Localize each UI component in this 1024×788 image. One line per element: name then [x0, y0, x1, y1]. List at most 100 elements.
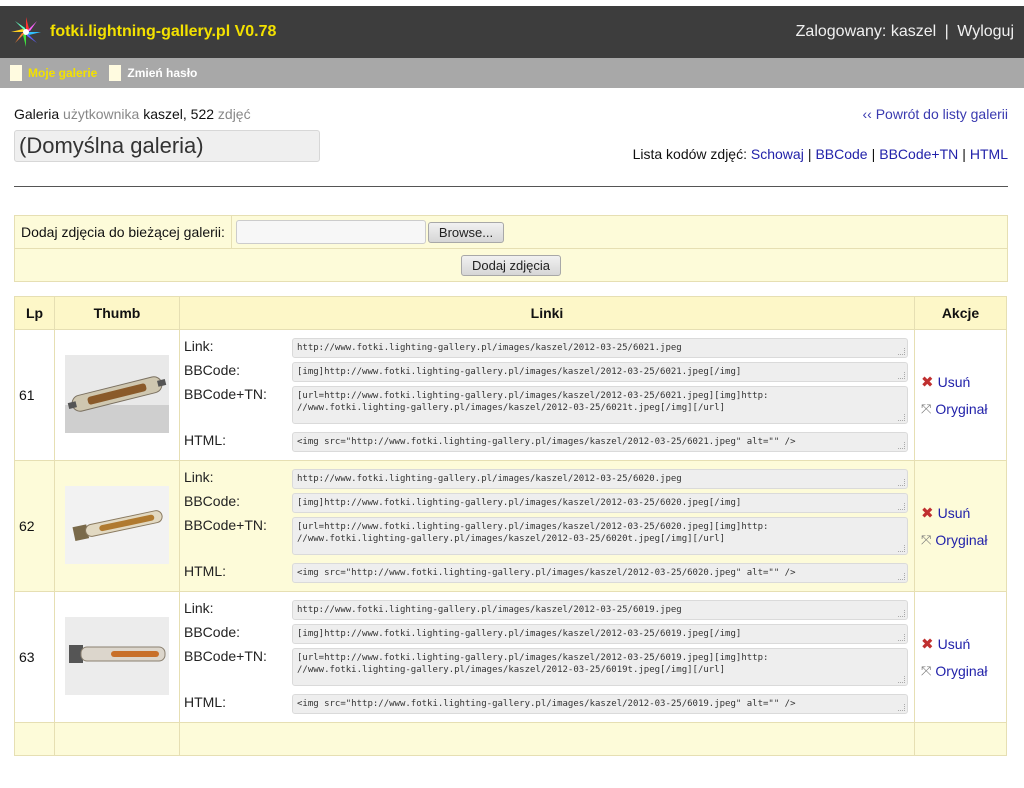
link-label: Link:: [184, 338, 214, 354]
html-label: HTML:: [184, 563, 226, 579]
bbcode-code-box[interactable]: [img]http://www.fotki.lighting-gallery.p…: [292, 493, 908, 513]
nav-item-my-galleries[interactable]: Moje galerie: [10, 65, 97, 81]
bbcode-tn-code-box[interactable]: [url=http://www.fotki.lighting-gallery.p…: [292, 648, 908, 686]
table-row: [14, 722, 1007, 756]
column-header-lp: Lp: [14, 296, 55, 330]
gallery-owner: kaszel: [143, 106, 183, 122]
original-action[interactable]: ⤧ Oryginał: [921, 532, 1005, 548]
separator: |: [944, 23, 949, 40]
username: kaszel: [890, 23, 937, 40]
row-number: 62: [14, 460, 55, 592]
original-action[interactable]: ⤧ Oryginał: [921, 401, 1005, 417]
delete-link[interactable]: Usuń: [938, 505, 971, 521]
nav-label: Zmień hasło: [127, 66, 198, 80]
link-code-box[interactable]: http://www.fotki.lighting-gallery.pl/ima…: [292, 469, 908, 489]
row-number: 61: [14, 329, 55, 461]
bbcode-code-box[interactable]: [img]http://www.fotki.lighting-gallery.p…: [292, 362, 908, 382]
row-number: 63: [14, 591, 55, 723]
bbcode-label: BBCode:: [184, 362, 241, 378]
top-bar: fotki.lightning-gallery.pl V0.78 Zalogow…: [0, 6, 1024, 58]
expand-icon: ⤧: [921, 663, 932, 678]
link-code-box[interactable]: http://www.fotki.lighting-gallery.pl/ima…: [292, 338, 908, 358]
resize-grip-icon[interactable]: [898, 610, 905, 617]
logged-in-label: Zalogowany:: [795, 23, 887, 40]
resize-grip-icon[interactable]: [898, 634, 905, 641]
resize-grip-icon[interactable]: [898, 348, 905, 355]
gallery-header: Galeria użytkownika kaszel, 522 zdjęć (D…: [14, 88, 1008, 186]
codes-bbcode-tn-link[interactable]: BBCode+TN: [879, 146, 958, 162]
codes-bbcode-link[interactable]: BBCode: [815, 146, 867, 162]
column-header-actions: Akcje: [914, 296, 1007, 330]
original-action[interactable]: ⤧ Oryginał: [921, 663, 1005, 679]
original-link[interactable]: Oryginał: [935, 401, 987, 417]
file-input[interactable]: [235, 220, 426, 244]
table-row: 61 Link: http://www.fotki.lighting-galle…: [14, 329, 1007, 461]
bbcode-tn-code-box[interactable]: [url=http://www.fotki.lighting-gallery.p…: [292, 517, 908, 555]
bbcode-tn-label: BBCode+TN:: [184, 648, 267, 664]
link-code-box[interactable]: http://www.fotki.lighting-gallery.pl/ima…: [292, 600, 908, 620]
user-box: Zalogowany: kaszel | Wyloguj: [796, 23, 1014, 41]
resize-grip-icon[interactable]: [898, 573, 905, 580]
thumbnail-image[interactable]: [65, 616, 169, 695]
gallery-label: Galeria: [14, 106, 60, 122]
link-label: Link:: [184, 600, 214, 616]
resize-grip-icon[interactable]: [898, 479, 905, 486]
original-link[interactable]: Oryginał: [935, 532, 987, 548]
column-header-thumb: Thumb: [54, 296, 180, 330]
codes-label: Lista kodów zdjęć:: [632, 146, 747, 162]
brand: fotki.lightning-gallery.pl V0.78: [10, 16, 276, 48]
bbcode-label: BBCode:: [184, 493, 241, 509]
resize-grip-icon[interactable]: [898, 676, 905, 683]
resize-grip-icon[interactable]: [898, 704, 905, 711]
codes-hide-link[interactable]: Schowaj: [751, 146, 804, 162]
resize-grip-icon[interactable]: [898, 442, 905, 449]
upload-label: Dodaj zdjęcia do bieżącej galerii:: [15, 216, 232, 248]
nav-item-change-password[interactable]: Zmień hasło: [109, 65, 197, 81]
sub-nav: Moje galerie Zmień hasło: [0, 58, 1024, 88]
bbcode-tn-label: BBCode+TN:: [184, 386, 267, 402]
delete-link[interactable]: Usuń: [938, 636, 971, 652]
codes-html-link[interactable]: HTML: [970, 146, 1008, 162]
user-label: użytkownika: [63, 106, 140, 122]
delete-action[interactable]: ✖ Usuń: [921, 504, 1005, 522]
divider: [14, 186, 1008, 187]
html-label: HTML:: [184, 694, 226, 710]
bbcode-code-box[interactable]: [img]http://www.fotki.lighting-gallery.p…: [292, 624, 908, 644]
main-content: Galeria użytkownika kaszel, 522 zdjęć (D…: [0, 88, 1024, 756]
expand-icon: ⤧: [921, 401, 932, 416]
html-code-box[interactable]: <img src="http://www.fotki.lighting-gall…: [292, 563, 908, 583]
original-link[interactable]: Oryginał: [935, 663, 987, 679]
resize-grip-icon[interactable]: [898, 372, 905, 379]
html-code-box[interactable]: <img src="http://www.fotki.lighting-gall…: [292, 694, 908, 714]
bbcode-tn-label: BBCode+TN:: [184, 517, 267, 533]
table-row: 63 Link: http://www.fotki.lighting-galle…: [14, 591, 1007, 723]
thumbnail-image[interactable]: [65, 485, 169, 564]
resize-grip-icon[interactable]: [898, 414, 905, 421]
photo-codes-list: Lista kodów zdjęć: Schowaj | BBCode | BBCode…: [632, 146, 1008, 162]
resize-grip-icon[interactable]: [898, 545, 905, 552]
photo-count: 522: [190, 106, 215, 122]
delete-action[interactable]: ✖ Usuń: [921, 373, 1005, 391]
table-row: 62 Link: http://www.fotki.lighting-galle…: [14, 460, 1007, 592]
delete-x-icon: ✖: [921, 636, 934, 653]
app-title[interactable]: fotki.lightning-gallery.pl V0.78: [50, 23, 276, 41]
html-code-box[interactable]: <img src="http://www.fotki.lighting-gall…: [292, 432, 908, 452]
bbcode-label: BBCode:: [184, 624, 241, 640]
browse-button[interactable]: Browse...: [427, 221, 505, 243]
delete-link[interactable]: Usuń: [938, 374, 971, 390]
gallery-info: Galeria użytkownika kaszel, 522 zdjęć: [14, 106, 251, 122]
html-label: HTML:: [184, 432, 226, 448]
nav-square-icon: [10, 65, 22, 81]
delete-action[interactable]: ✖ Usuń: [921, 635, 1005, 653]
link-label: Link:: [184, 469, 214, 485]
add-photos-button[interactable]: Dodaj zdjęcia: [460, 254, 562, 276]
logout-link[interactable]: Wyloguj: [957, 23, 1014, 40]
back-to-galleries-link[interactable]: ‹‹ Powrót do listy galerii: [863, 106, 1009, 122]
gallery-name-field[interactable]: (Domyślna galeria): [14, 130, 320, 162]
bbcode-tn-code-box[interactable]: [url=http://www.fotki.lighting-gallery.p…: [292, 386, 908, 424]
delete-x-icon: ✖: [921, 505, 934, 522]
photos-label: zdjęć: [217, 106, 251, 122]
thumbnail-image[interactable]: [65, 354, 169, 433]
nav-square-icon: [109, 65, 122, 81]
resize-grip-icon[interactable]: [898, 503, 905, 510]
